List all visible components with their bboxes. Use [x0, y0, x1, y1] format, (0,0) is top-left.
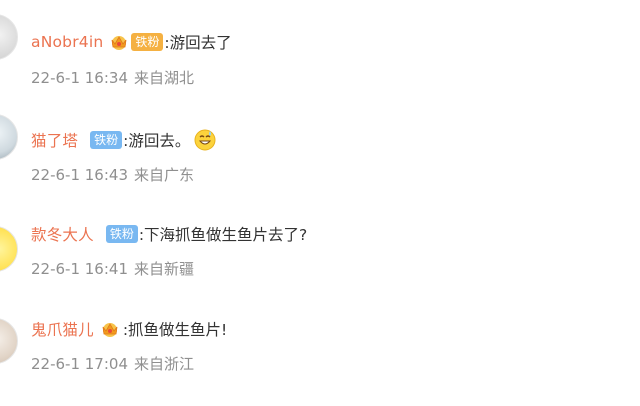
- fan-badge[interactable]: 铁粉: [105, 225, 138, 243]
- comment-location: 来自浙江: [134, 355, 195, 373]
- comment-meta: 22-6-1 16:34 来自湖北: [31, 67, 200, 88]
- username[interactable]: 猫了塔: [31, 129, 78, 151]
- avatar[interactable]: [0, 226, 18, 272]
- fan-tag: 铁粉: [131, 33, 164, 51]
- fan-tag: 铁粉: [90, 131, 123, 149]
- comment-item: 鬼爪猫儿 :抓鱼做生鱼片! 22-6-1 17:04 来自浙江: [0, 292, 640, 382]
- comment-text: :抓鱼做生鱼片!: [122, 321, 228, 339]
- comment-line: 鬼爪猫儿 :抓鱼做生鱼片!: [31, 317, 227, 341]
- comment-line: aNobr4in 铁粉 :游回去了: [31, 30, 232, 54]
- comment-location: 来自新疆: [134, 260, 195, 278]
- avatar[interactable]: [0, 14, 18, 60]
- comment-text: :游回去了: [164, 34, 232, 52]
- comment-item: 猫了塔 铁粉 :游回去。 22-6-1 16:43 来自广东: [0, 100, 640, 190]
- crown-icon: [100, 320, 120, 338]
- comment-date: 22-6-1 16:41: [31, 260, 128, 278]
- username[interactable]: aNobr4in: [31, 33, 103, 51]
- fan-badge[interactable]: [100, 320, 122, 338]
- comment-line: 款冬大人 铁粉 :下海抓鱼做生鱼片去了?: [31, 222, 307, 246]
- username[interactable]: 款冬大人: [31, 223, 94, 245]
- avatar[interactable]: [0, 318, 18, 364]
- username[interactable]: 鬼爪猫儿: [31, 318, 94, 340]
- comment-text: :游回去。: [123, 132, 191, 150]
- comment-meta: 22-6-1 16:41 来自新疆: [31, 258, 200, 279]
- fan-tag: 铁粉: [105, 225, 138, 243]
- comment-text: :下海抓鱼做生鱼片去了?: [138, 226, 308, 244]
- comment-location: 来自湖北: [134, 69, 195, 87]
- fan-badge[interactable]: 铁粉: [90, 131, 123, 149]
- comment-date: 22-6-1 16:34: [31, 69, 128, 87]
- comment-item: 款冬大人 铁粉 :下海抓鱼做生鱼片去了? 22-6-1 16:41 来自新疆: [0, 194, 640, 284]
- comment-meta: 22-6-1 16:43 来自广东: [31, 164, 200, 185]
- comment-location: 来自广东: [134, 166, 195, 184]
- smiling-sweat-emoji-icon: [194, 129, 216, 151]
- comment-date: 22-6-1 16:43: [31, 166, 128, 184]
- fan-badge[interactable]: 铁粉: [109, 33, 164, 51]
- avatar[interactable]: [0, 114, 18, 160]
- comment-meta: 22-6-1 17:04 来自浙江: [31, 353, 200, 374]
- comment-item: aNobr4in 铁粉 :游回去了 22-6-1 16:34 来自湖北: [0, 0, 640, 90]
- comment-list: aNobr4in 铁粉 :游回去了 22-6-1 16:34 来自湖北 猫了塔: [0, 0, 640, 406]
- crown-icon: [109, 33, 129, 51]
- comment-date: 22-6-1 17:04: [31, 355, 128, 373]
- comment-line: 猫了塔 铁粉 :游回去。: [31, 128, 216, 152]
